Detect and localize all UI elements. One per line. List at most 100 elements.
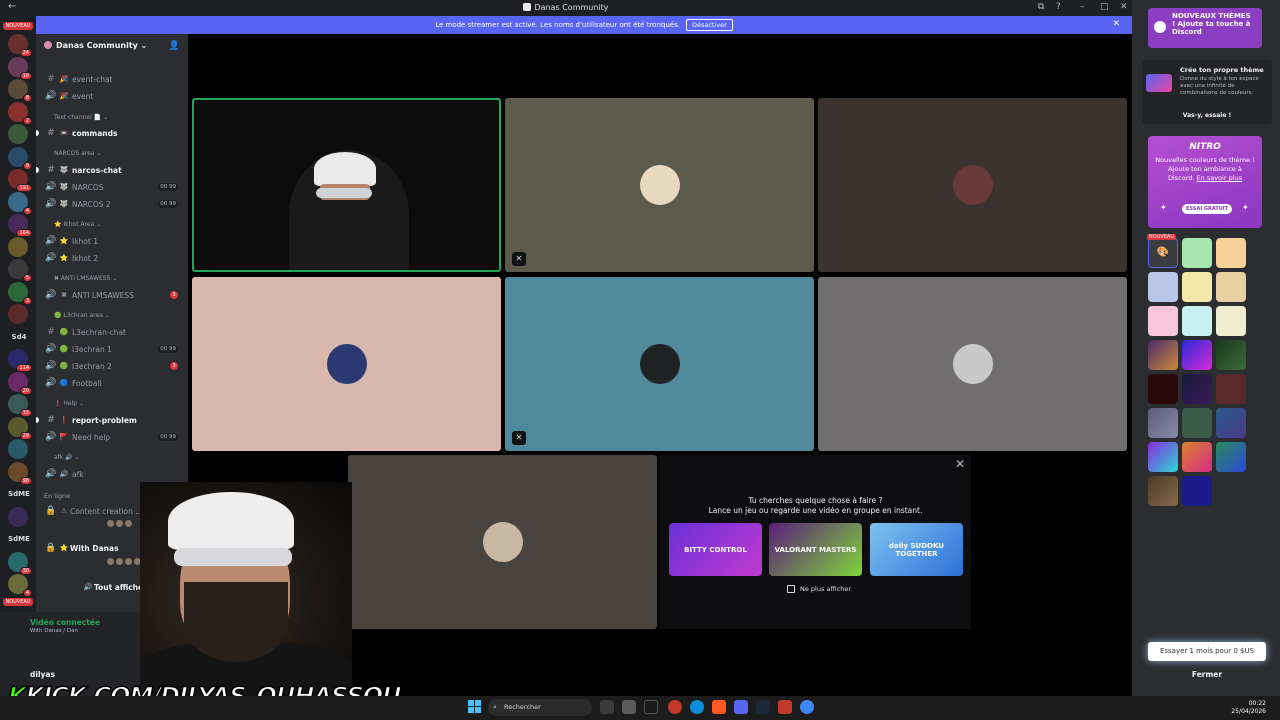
voice-channel[interactable]: 🔊 🎉 event <box>36 89 188 103</box>
video-tile-user-4[interactable] <box>192 277 501 451</box>
category-header[interactable]: afk 🔊 ⌄ <box>54 454 80 461</box>
game-card-bitty-control[interactable]: BITTY CONTROL <box>669 523 762 576</box>
close-icon[interactable]: ✕ <box>1112 19 1120 29</box>
member-avatar[interactable] <box>124 519 133 528</box>
theme-swatch[interactable] <box>1148 442 1178 472</box>
category-header[interactable]: Text channel 📄 ⌄ <box>54 114 108 121</box>
voice-channel[interactable]: 🔊 ⭐ Ikhot 2 <box>36 251 188 265</box>
server-icon[interactable] <box>8 304 28 324</box>
server-icon[interactable]: 98 <box>8 461 32 485</box>
server-icon[interactable]: 9 <box>8 146 32 170</box>
theme-swatch[interactable] <box>1216 442 1246 472</box>
close-panel-button[interactable]: Fermer <box>1148 670 1266 686</box>
theme-swatch[interactable] <box>1148 272 1178 302</box>
brave-icon[interactable] <box>712 700 726 714</box>
server-icon[interactable]: 191 <box>8 169 32 192</box>
text-channel[interactable]: # 🟢 L3echran-chat <box>36 325 188 339</box>
chrome-icon[interactable] <box>800 700 814 714</box>
new-themes-banner[interactable]: NOUVEAUX THÈMES ! Ajoute ta touche à Dis… <box>1148 8 1262 48</box>
theme-swatch[interactable] <box>1216 340 1246 370</box>
server-icon[interactable] <box>8 124 28 144</box>
server-icon[interactable] <box>8 439 28 459</box>
server-icon[interactable]: 2 <box>8 101 32 125</box>
server-icon[interactable]: 33 <box>8 394 32 417</box>
theme-swatch[interactable] <box>1216 238 1246 268</box>
server-icon[interactable]: 29 <box>8 416 32 440</box>
theme-swatch[interactable] <box>1216 306 1246 336</box>
voice-channel[interactable]: 🔊 🚩 Need help 00 99 <box>36 430 188 444</box>
invite-icon[interactable]: 👤 <box>169 41 180 51</box>
game-card-valorant[interactable]: VALORANT MASTERS <box>769 523 862 576</box>
server-icon[interactable]: 10 <box>8 56 32 80</box>
video-tile-user-7[interactable] <box>348 455 657 629</box>
server-icon[interactable]: 24 <box>8 34 32 57</box>
close-icon[interactable]: ✕ <box>955 457 965 471</box>
close-window-button[interactable]: ✕ <box>1120 2 1128 12</box>
category-header[interactable]: ❗ Help ⌄ <box>54 400 84 407</box>
steam-icon[interactable] <box>756 700 770 714</box>
theme-swatch[interactable] <box>1182 442 1212 472</box>
server-icon[interactable]: 114 <box>8 349 32 372</box>
video-tile-user-2[interactable]: ✕ <box>505 98 814 272</box>
theme-swatch[interactable] <box>1148 408 1178 438</box>
app-icon[interactable] <box>644 700 658 714</box>
discord-icon[interactable] <box>734 700 748 714</box>
task-view-icon[interactable] <box>600 700 614 714</box>
video-tile-user-5[interactable]: ✕ <box>505 277 814 451</box>
try-nitro-button[interactable]: Essayer 1 mois pour 0 $US <box>1148 642 1266 661</box>
server-icon[interactable]: 3 <box>8 281 32 305</box>
dont-show-checkbox[interactable] <box>787 585 795 593</box>
theme-swatch[interactable] <box>1182 238 1212 268</box>
server-icon[interactable]: 164 <box>8 214 32 237</box>
server-icon[interactable]: 4 <box>8 191 32 215</box>
edge-icon[interactable] <box>690 700 704 714</box>
theme-swatch[interactable] <box>1148 476 1178 506</box>
theme-swatch[interactable] <box>1148 374 1178 404</box>
text-channel[interactable]: # 🐺 narcos-chat <box>36 163 188 177</box>
app-icon[interactable] <box>778 700 792 714</box>
theme-swatch[interactable] <box>1148 306 1178 336</box>
inbox-icon[interactable]: ⧉ <box>1038 2 1044 12</box>
app-icon[interactable] <box>668 700 682 714</box>
clock[interactable]: 00:22 25/04/2026 <box>1231 700 1266 716</box>
server-name[interactable]: Danas Community ⌄ <box>44 41 147 50</box>
server-icon[interactable] <box>8 506 28 527</box>
server-icon[interactable] <box>8 236 28 257</box>
voice-channel[interactable]: 🔊 🟢 l3echran 2 3 <box>36 359 188 373</box>
theme-swatch[interactable] <box>1182 374 1212 404</box>
category-header[interactable]: ✖ ANTI LMSAWESS ⌄ <box>54 275 117 282</box>
try-it-link[interactable]: Vas-y, essaie ! <box>1142 112 1272 119</box>
voice-channel[interactable]: 🔊 🐺 NARCOS 00 99 <box>36 180 188 194</box>
app-icon[interactable] <box>622 700 636 714</box>
member-avatar[interactable] <box>106 519 115 528</box>
text-channel[interactable]: # 🎉 event-chat <box>36 72 188 86</box>
disable-streamer-button[interactable]: Désactiver <box>685 19 733 31</box>
category-header[interactable]: ⭐ Ikhot Area ⌄ <box>54 221 101 228</box>
theme-swatch[interactable] <box>1216 272 1246 302</box>
maximize-button[interactable]: □ <box>1100 2 1109 12</box>
voice-channel[interactable]: 🔊 🟢 l3echran 1 00 99 <box>36 342 188 356</box>
theme-swatch[interactable] <box>1182 340 1212 370</box>
theme-swatch[interactable] <box>1182 408 1212 438</box>
voice-channel[interactable]: 🔊 ✖ ANTI LMSAWESS 3 <box>36 288 188 302</box>
member-avatar[interactable] <box>115 519 124 528</box>
windows-start-icon[interactable] <box>468 700 482 714</box>
voice-channel[interactable]: 🔊 🔊 afk <box>36 467 188 481</box>
server-icon[interactable]: 8 <box>8 79 32 102</box>
text-channel[interactable]: # ❗ report-problem <box>36 413 188 427</box>
server-name-text[interactable]: SdME <box>4 490 34 498</box>
server-name-text[interactable]: SdME <box>4 535 34 543</box>
theme-swatch[interactable] <box>1216 408 1246 438</box>
theme-swatch[interactable] <box>1216 374 1246 404</box>
help-icon[interactable]: ? <box>1056 2 1061 12</box>
theme-swatch[interactable] <box>1182 306 1212 336</box>
category-header[interactable]: 🟢 L3chran area ⌄ <box>54 312 110 319</box>
voice-channel[interactable]: 🔊 ⭐ Ikhot 1 <box>36 234 188 248</box>
member-avatar[interactable] <box>124 557 133 566</box>
text-channel[interactable]: # 📼 commands <box>36 126 188 140</box>
video-tile-streamer[interactable] <box>192 98 501 272</box>
member-avatar[interactable] <box>106 557 115 566</box>
theme-swatch[interactable] <box>1148 340 1178 370</box>
custom-theme-swatch[interactable]: 🎨 <box>1148 238 1178 268</box>
server-icon[interactable]: 30 <box>8 551 32 575</box>
